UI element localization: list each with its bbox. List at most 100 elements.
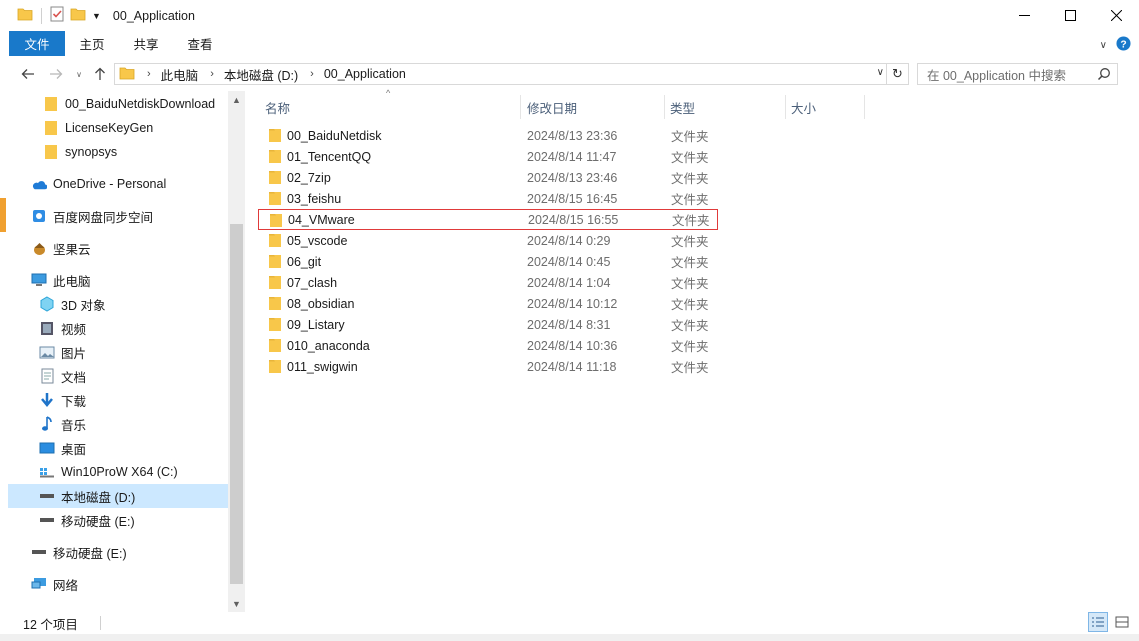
maximize-button[interactable]: [1047, 0, 1093, 31]
file-name: 04_VMware: [288, 212, 355, 227]
file-row[interactable]: 04_VMware 2024/8/15 16:55 文件夹: [258, 209, 718, 230]
file-row[interactable]: 09_Listary 2024/8/14 8:31 文件夹: [258, 314, 718, 335]
nav-item-drive-c[interactable]: Win10ProW X64 (C:): [39, 460, 178, 484]
nav-item-drive-e-root[interactable]: 移动硬盘 (E:): [31, 540, 127, 564]
nav-item-pictures[interactable]: 图片: [39, 340, 86, 364]
forward-button[interactable]: [47, 65, 65, 83]
file-type: 文件夹: [671, 130, 709, 144]
address-dropdown-icon[interactable]: ∨: [877, 67, 884, 78]
file-row[interactable]: 03_feishu 2024/8/15 16:45 文件夹: [258, 188, 718, 209]
nav-item-drive-d[interactable]: 本地磁盘 (D:): [8, 484, 228, 508]
nav-item-drive-e[interactable]: 移动硬盘 (E:): [39, 508, 135, 532]
expand-ribbon-icon[interactable]: ∨: [1100, 40, 1107, 51]
file-name: 03_feishu: [287, 191, 342, 206]
column-header-date[interactable]: 修改日期: [527, 95, 577, 119]
help-icon[interactable]: ?: [1116, 36, 1131, 54]
column-header-size[interactable]: 大小: [791, 95, 816, 119]
nav-item-synopsys[interactable]: synopsys: [43, 140, 117, 164]
scroll-up-icon[interactable]: ▲: [228, 91, 245, 108]
tab-home[interactable]: 主页: [65, 31, 119, 56]
file-type: 文件夹: [671, 256, 709, 270]
file-type: 文件夹: [671, 277, 709, 291]
tab-file[interactable]: 文件: [9, 31, 65, 56]
file-date: 2024/8/15 16:55: [528, 212, 619, 227]
breadcrumb-current-folder[interactable]: 00_Application: [324, 67, 406, 81]
folder-icon: [268, 149, 282, 167]
breadcrumb-this-pc[interactable]: 此电脑: [161, 65, 199, 84]
chevron-right-icon[interactable]: ›: [310, 68, 314, 80]
close-button[interactable]: [1093, 0, 1139, 31]
nav-item-onedrive[interactable]: OneDrive - Personal: [31, 172, 166, 196]
back-button[interactable]: [19, 65, 37, 83]
close-icon: [1110, 10, 1122, 21]
file-date: 2024/8/13 23:36: [527, 128, 618, 143]
column-header-name[interactable]: 名称: [265, 95, 290, 119]
nav-item-music[interactable]: 音乐: [39, 412, 86, 436]
file-date: 2024/8/14 1:04: [527, 275, 611, 290]
recent-locations-icon[interactable]: ∨: [70, 65, 88, 83]
network-icon: [31, 576, 47, 592]
column-header-type[interactable]: 类型: [670, 95, 695, 119]
file-row[interactable]: 07_clash 2024/8/14 1:04 文件夹: [258, 272, 718, 293]
computer-icon: [31, 272, 47, 288]
nav-item-label: OneDrive - Personal: [53, 177, 167, 191]
nav-item-videos[interactable]: 视频: [39, 316, 86, 340]
chevron-right-icon[interactable]: ›: [147, 68, 151, 80]
file-row[interactable]: 02_7zip 2024/8/13 23:46 文件夹: [258, 167, 718, 188]
quick-access-toolbar: ▼: [0, 6, 101, 25]
file-row[interactable]: 00_BaiduNetdisk 2024/8/13 23:36 文件夹: [258, 125, 718, 146]
nav-item-3d-objects[interactable]: 3D 对象: [39, 292, 105, 316]
customize-qa-dropdown-icon[interactable]: ▼: [92, 11, 101, 21]
nav-item-licensekeygen[interactable]: LicenseKeyGen: [43, 116, 153, 140]
refresh-button[interactable]: ↻: [887, 63, 909, 85]
nav-item-network[interactable]: 网络: [31, 572, 78, 596]
nav-scrollbar[interactable]: ▲ ▼: [228, 91, 245, 612]
nav-item-baidu-sync[interactable]: 百度网盘同步空间: [31, 204, 153, 228]
nav-item-nutstore[interactable]: 坚果云: [31, 236, 91, 260]
nav-item-desktop[interactable]: 桌面: [39, 436, 86, 460]
folder-icon: [268, 128, 282, 146]
search-box[interactable]: 在 00_Application 中搜索: [917, 63, 1118, 85]
folder-icon: [268, 338, 282, 356]
folder-icon: [268, 254, 282, 272]
new-folder-icon[interactable]: [70, 7, 86, 24]
large-icons-view-icon: [1115, 616, 1129, 628]
address-bar[interactable]: › 此电脑 › 本地磁盘 (D:) › 00_Application ∨: [114, 63, 887, 85]
folder-icon: [268, 233, 282, 251]
tab-view[interactable]: 查看: [173, 31, 227, 56]
file-row[interactable]: 08_obsidian 2024/8/14 10:12 文件夹: [258, 293, 718, 314]
file-type: 文件夹: [671, 172, 709, 186]
nav-item-label: 此电脑: [53, 274, 91, 289]
nav-item-label: 3D 对象: [61, 298, 106, 313]
nav-item-downloads[interactable]: 下载: [39, 388, 86, 412]
navigation-pane: 00_BaiduNetdiskDownload LicenseKeyGen sy…: [0, 89, 245, 612]
file-row[interactable]: 05_vscode 2024/8/14 0:29 文件夹: [258, 230, 718, 251]
details-view-button[interactable]: [1088, 612, 1108, 632]
file-row[interactable]: 010_anaconda 2024/8/14 10:36 文件夹: [258, 335, 718, 356]
file-row[interactable]: 01_TencentQQ 2024/8/14 11:47 文件夹: [258, 146, 718, 167]
tab-share[interactable]: 共享: [119, 31, 173, 56]
up-button[interactable]: [91, 65, 109, 83]
minimize-button[interactable]: [1001, 0, 1047, 31]
file-name: 01_TencentQQ: [287, 149, 372, 164]
scrollbar-thumb[interactable]: [230, 224, 243, 584]
file-row[interactable]: 06_git 2024/8/14 0:45 文件夹: [258, 251, 718, 272]
breadcrumb-local-disk-d[interactable]: 本地磁盘 (D:): [224, 65, 298, 84]
nav-item-this-pc[interactable]: 此电脑: [31, 268, 91, 292]
folder-icon: [43, 96, 59, 112]
chevron-right-icon[interactable]: ›: [210, 68, 214, 80]
scroll-down-icon[interactable]: ▼: [228, 595, 245, 612]
large-icons-view-button[interactable]: [1112, 612, 1132, 632]
file-type: 文件夹: [671, 235, 709, 249]
address-row: ∨ › 此电脑 › 本地磁盘 (D:) › 00_Application ∨ ↻…: [0, 59, 1139, 89]
properties-icon[interactable]: [50, 6, 64, 25]
file-row[interactable]: 011_swigwin 2024/8/14 11:18 文件夹: [258, 356, 718, 377]
file-date: 2024/8/15 16:45: [527, 191, 618, 206]
nav-item-label: 桌面: [61, 442, 87, 457]
nav-item-label: 音乐: [61, 418, 87, 433]
folder-icon: [119, 66, 135, 83]
nav-item-label: 文档: [61, 370, 87, 385]
nav-item-documents[interactable]: 文档: [39, 364, 86, 388]
nav-item-baidunetdiskdownload[interactable]: 00_BaiduNetdiskDownload: [43, 92, 215, 116]
file-type: 文件夹: [671, 319, 709, 333]
